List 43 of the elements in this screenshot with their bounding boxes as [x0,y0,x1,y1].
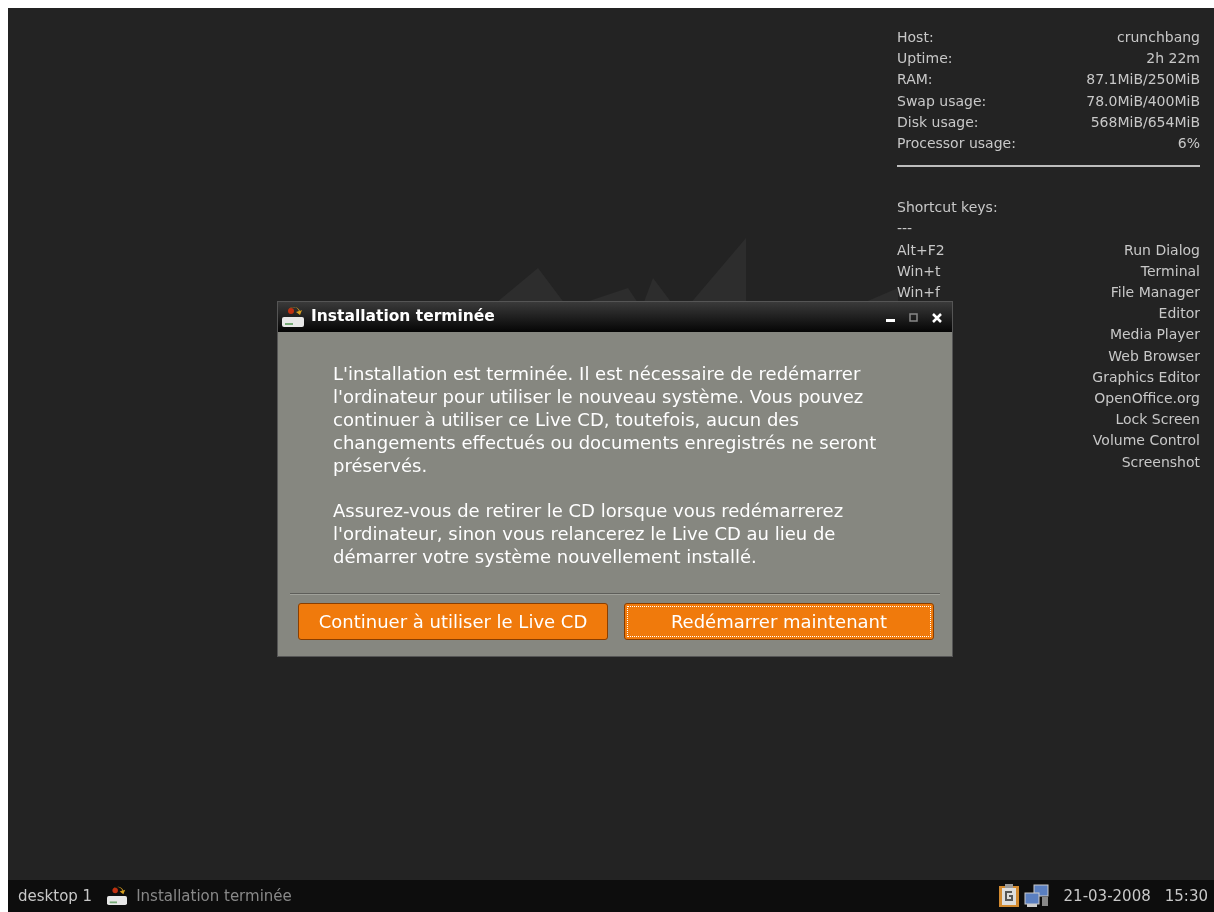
stat-value: 87.1MiB/250MiB [1086,70,1200,90]
stat-label: Disk usage: [897,112,979,132]
stat-label: Processor usage: [897,134,1016,153]
stat-value: 2h 22m [1146,49,1200,69]
drive-icon [281,306,305,328]
shortcut-action: Editor [1158,304,1200,324]
shortcut-action: Run Dialog [1124,240,1200,260]
maximize-icon [909,313,918,322]
close-icon [932,312,942,323]
network-icon[interactable] [1023,884,1050,908]
drive-icon [106,886,129,906]
shortcut-action: Lock Screen [1115,410,1200,430]
shortcut-action: Terminal [1140,261,1200,281]
separator-text: --- [897,219,914,239]
dialog-message: Assurez-vous de retirer le CD lorsque vous redémarrerez l'ordinateur, sinon vous relancerez le Live CD au lieu de démarrer votre système nouvellement installé. [333,499,845,568]
stat-label: Host: [897,28,934,47]
stat-value: 568MiB/654MiB [1090,112,1200,132]
window-title: Installation terminée [311,306,496,328]
dialog-button[interactable]: Continuer à utiliser le Live CD [298,603,608,640]
stat-value: crunchbang [1117,28,1200,47]
section-heading: Shortcut keys: [897,198,999,218]
stat-value: 6% [1177,134,1200,153]
shortcut-action: File Manager [1110,283,1200,303]
shortcut-action: OpenOffice.org [1094,389,1200,409]
shortcut-action: Screenshot [1121,452,1200,472]
stat-label: RAM: [897,70,933,90]
shortcut-action: Media Player [1109,325,1200,345]
clock-time: 15:30 [1164,885,1208,907]
stat-value: 78.0MiB/400MiB [1086,91,1200,111]
dialog-button[interactable]: Redémarrer maintenant [624,603,934,640]
clipboard-icon[interactable] [997,884,1020,908]
stat-label: Uptime: [897,49,953,69]
dialog-message: L'installation est terminée. Il est nécessaire de redémarrer l'ordinateur pour utiliser le nouveau système. Vous pouvez continuer à utiliser ce Live CD, toutefois, aucun des changements effectués ou documents enregistrés ne seront préservés. [333,362,878,477]
shortcut-action: Graphics Editor [1092,367,1200,387]
shortcut-key: Alt+F2 [897,239,945,261]
shortcut-key: Win+t [897,260,941,283]
shortcut-action: Web Browser [1108,346,1200,366]
taskbar-task[interactable]: Installation terminée [106,884,292,908]
stat-label: Swap usage: [897,91,987,111]
shortcut-action: Volume Control [1092,431,1200,451]
shortcut-key: Win+f [897,282,940,304]
desktop-name[interactable]: desktop 1 [18,884,93,908]
clock-date: 21-03-2008 [1063,885,1151,907]
